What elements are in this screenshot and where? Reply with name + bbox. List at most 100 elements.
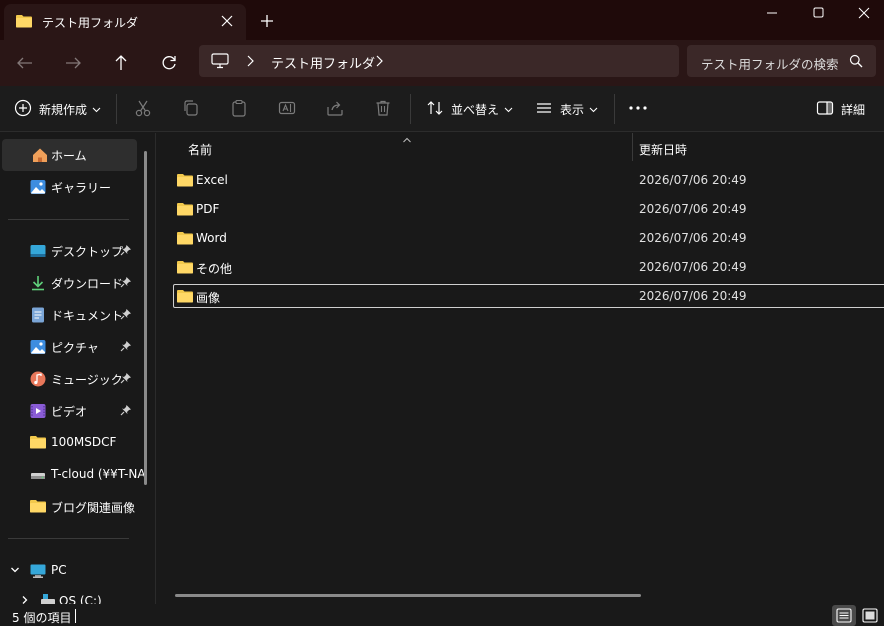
- title-bar: テスト用フォルダ: [0, 0, 884, 40]
- sidebar-item-music[interactable]: ミュージック: [0, 363, 145, 395]
- chevron-down-icon[interactable]: [10, 564, 20, 578]
- gallery-icon: [30, 179, 46, 195]
- file-row[interactable]: Word 2026/07/06 20:49: [173, 226, 884, 250]
- sidebar-item-t-cloud[interactable]: T-cloud (¥¥T-NA: [0, 459, 146, 491]
- details-pane-button[interactable]: 詳細: [816, 98, 865, 120]
- forward-arrow-icon[interactable]: [62, 52, 84, 74]
- maximize-icon[interactable]: [803, 2, 833, 24]
- file-row[interactable]: PDF 2026/07/06 20:49: [173, 197, 884, 221]
- more-options-button[interactable]: [628, 98, 648, 120]
- copy-icon: [182, 99, 200, 120]
- sidebar-item-home[interactable]: ホーム: [2, 139, 137, 171]
- back-arrow-icon[interactable]: [14, 52, 36, 74]
- close-window-icon[interactable]: [849, 2, 879, 24]
- pin-icon[interactable]: [120, 276, 132, 291]
- pin-icon[interactable]: [120, 404, 132, 419]
- status-bar: 5 個の項目: [0, 604, 884, 626]
- scissors-icon: [134, 99, 152, 120]
- pin-icon[interactable]: [120, 372, 132, 387]
- file-row-focused[interactable]: 画像 2026/07/06 20:49: [173, 284, 884, 308]
- video-icon: [30, 403, 46, 419]
- new-button[interactable]: 新規作成: [14, 98, 101, 120]
- folder-icon: [177, 173, 193, 190]
- column-date-header[interactable]: 更新日時: [639, 141, 687, 158]
- minimize-icon[interactable]: [757, 2, 787, 24]
- sidebar-item-gallery[interactable]: ギャラリー: [0, 171, 145, 203]
- sidebar-label: ピクチャ: [51, 341, 99, 355]
- sidebar-item-desktop[interactable]: デスクトップ: [0, 235, 145, 267]
- share-button[interactable]: [326, 98, 344, 120]
- chevron-right-icon[interactable]: [20, 594, 30, 604]
- new-label: 新規作成: [39, 102, 88, 117]
- picture-icon: [30, 339, 46, 355]
- close-tab-icon[interactable]: [218, 12, 236, 30]
- sidebar-label: OS (C:): [59, 594, 102, 604]
- horizontal-scrollbar[interactable]: [175, 594, 641, 597]
- address-bar[interactable]: テスト用フォルダ: [199, 45, 679, 77]
- column-divider[interactable]: [632, 133, 633, 161]
- music-icon: [30, 371, 46, 387]
- folder-icon: [30, 435, 46, 451]
- sort-ascending-icon: [402, 133, 412, 146]
- address-location[interactable]: テスト用フォルダ: [271, 53, 375, 72]
- sidebar-item-documents[interactable]: ドキュメント: [0, 299, 145, 331]
- file-row[interactable]: その他 2026/07/06 20:49: [173, 255, 884, 279]
- rename-button[interactable]: [278, 98, 296, 120]
- details-view-button[interactable]: [832, 605, 856, 626]
- search-placeholder[interactable]: テスト用フォルダの検索: [701, 54, 839, 73]
- sidebar-item-pictures[interactable]: ピクチャ: [0, 331, 145, 363]
- share-icon: [326, 99, 344, 120]
- pin-icon[interactable]: [120, 308, 132, 323]
- sort-arrows-icon: [426, 99, 444, 120]
- column-name-header[interactable]: 名前: [188, 141, 212, 158]
- search-icon: [849, 54, 863, 71]
- monitor-icon: [211, 53, 229, 72]
- sidebar-item-downloads[interactable]: ダウンロード: [0, 267, 145, 299]
- sidebar-label: デスクトップ: [51, 245, 124, 259]
- computer-icon: [30, 563, 46, 579]
- document-icon: [30, 307, 46, 323]
- pin-icon[interactable]: [120, 244, 132, 259]
- pin-icon[interactable]: [120, 340, 132, 355]
- sidebar-item-blog-images[interactable]: ブログ関連画像: [0, 491, 145, 523]
- tiles-view-button[interactable]: [858, 605, 882, 626]
- sidebar-scrollbar[interactable]: [144, 151, 147, 485]
- view-button[interactable]: 表示: [535, 98, 598, 120]
- sidebar-label: ギャラリー: [51, 181, 112, 195]
- sidebar-label: ドキュメント: [51, 309, 124, 323]
- file-row[interactable]: Excel 2026/07/06 20:49: [173, 168, 884, 192]
- sidebar-item-100msdcf[interactable]: 100MSDCF: [0, 427, 145, 459]
- list-lines-icon: [535, 99, 553, 120]
- delete-button[interactable]: [374, 98, 392, 120]
- sidebar-item-os-drive[interactable]: OS (C:): [0, 588, 145, 604]
- new-tab-icon[interactable]: [258, 12, 276, 30]
- sidebar-item-videos[interactable]: ビデオ: [0, 395, 145, 427]
- sidebar-label: PC: [51, 563, 67, 577]
- copy-button[interactable]: [182, 98, 200, 120]
- tab-current-folder[interactable]: テスト用フォルダ: [4, 4, 246, 40]
- details-label: 詳細: [841, 102, 866, 117]
- chevron-right-icon[interactable]: [374, 54, 384, 71]
- toolbar-divider: [410, 94, 411, 124]
- navigation-pane: ホーム ギャラリー デスクトップ ダウンロード ドキュメント ピクチャ ミュージ…: [0, 133, 156, 604]
- ellipsis-icon: [628, 99, 648, 120]
- sidebar-item-pc[interactable]: PC: [0, 555, 145, 587]
- clipboard-icon: [230, 99, 248, 120]
- command-bar: 新規作成 並べ替え 表示 詳細: [0, 86, 884, 132]
- drive-icon: [40, 592, 56, 604]
- item-count: 5 個の項目: [12, 611, 72, 625]
- column-header: 名前 更新日時: [157, 133, 884, 163]
- file-date: 2026/07/06 20:49: [639, 289, 747, 303]
- file-name: その他: [196, 262, 233, 276]
- up-arrow-icon[interactable]: [110, 52, 132, 74]
- file-date: 2026/07/06 20:49: [639, 173, 747, 187]
- search-box[interactable]: テスト用フォルダの検索: [687, 45, 876, 77]
- paste-button[interactable]: [230, 98, 248, 120]
- chevron-right-icon[interactable]: [245, 54, 255, 71]
- download-icon: [30, 275, 46, 291]
- cut-button[interactable]: [134, 98, 152, 120]
- tab-title: テスト用フォルダ: [42, 16, 139, 30]
- sort-button[interactable]: 並べ替え: [426, 98, 513, 120]
- sidebar-divider: [8, 538, 129, 539]
- refresh-icon[interactable]: [158, 52, 180, 74]
